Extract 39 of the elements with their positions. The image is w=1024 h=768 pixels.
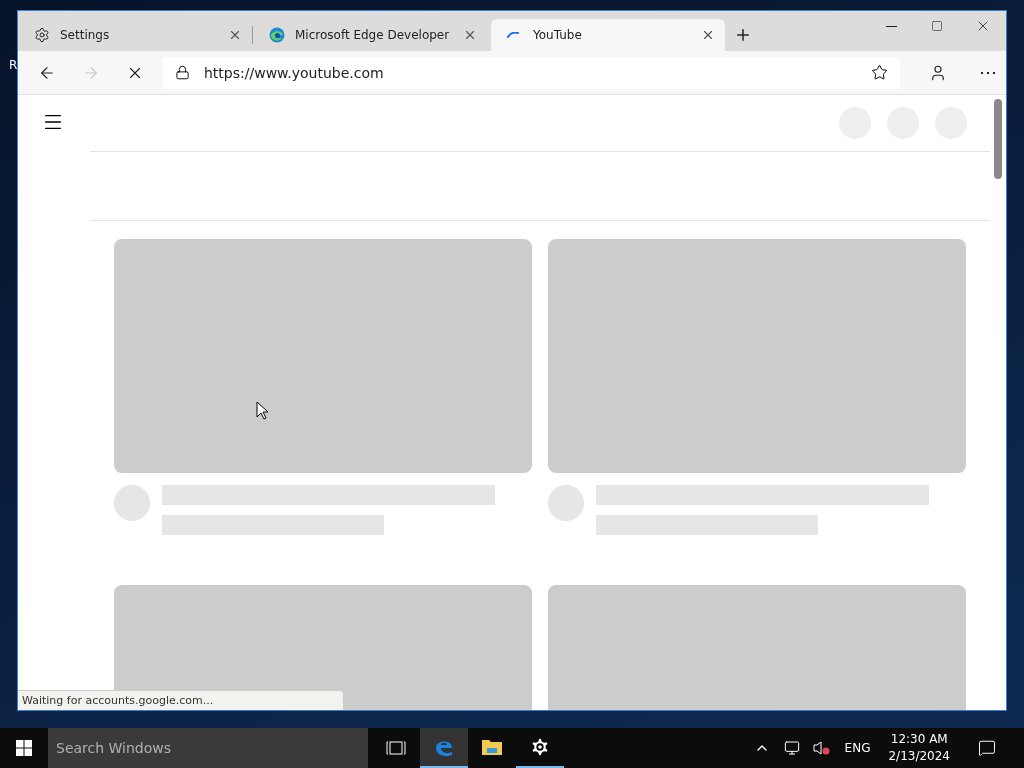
minimize-icon (885, 25, 897, 27)
loading-spinner-icon (507, 32, 519, 38)
lock-icon (175, 65, 190, 80)
close-tab-icon[interactable] (463, 28, 477, 42)
avatar-placeholder (548, 485, 584, 521)
maximize-icon (931, 20, 943, 32)
scrollbar-thumb[interactable] (994, 99, 1002, 179)
browser-tab[interactable]: Microsoft Edge Developer (253, 19, 487, 51)
address-bar[interactable]: https://www.youtube.com (163, 56, 900, 89)
plus-icon (734, 26, 752, 44)
search-field[interactable]: Search Windows (48, 728, 368, 768)
language-indicator[interactable]: ENG (840, 741, 875, 755)
settings-icon (34, 27, 50, 43)
search-placeholder: Search Windows (56, 740, 172, 756)
task-view-icon (386, 741, 406, 755)
avatar-placeholder (114, 485, 150, 521)
folder-icon (481, 737, 503, 757)
tab-title: YouTube (533, 28, 583, 42)
speech-bubble-icon (978, 739, 996, 757)
clock[interactable]: 12:30 AM 2/13/2024 (882, 731, 956, 765)
mouse-cursor-icon (256, 401, 268, 420)
browser-tab[interactable]: Settings (18, 19, 252, 51)
windows-logo-icon (16, 740, 32, 756)
tab-title: Settings (60, 28, 111, 42)
date-text: 2/13/2024 (888, 748, 950, 765)
close-tab-icon[interactable] (228, 28, 242, 42)
edge-logo-icon (269, 27, 285, 43)
tab-title: Microsoft Edge Developer (295, 28, 451, 42)
favorite-icon[interactable] (871, 64, 888, 81)
desktop-icon-label: R (9, 58, 18, 72)
taskbar-app-button[interactable] (420, 728, 468, 768)
status-text: Waiting for accounts.google.com... (18, 690, 344, 710)
person-icon (929, 63, 947, 82)
settings-icon (529, 736, 551, 758)
browser-tab[interactable]: YouTube (491, 19, 725, 51)
url-text: https://www.youtube.com (204, 64, 385, 81)
more-icon (981, 71, 995, 74)
time-text: 12:30 AM (890, 731, 948, 748)
close-tab-icon[interactable] (701, 28, 715, 42)
